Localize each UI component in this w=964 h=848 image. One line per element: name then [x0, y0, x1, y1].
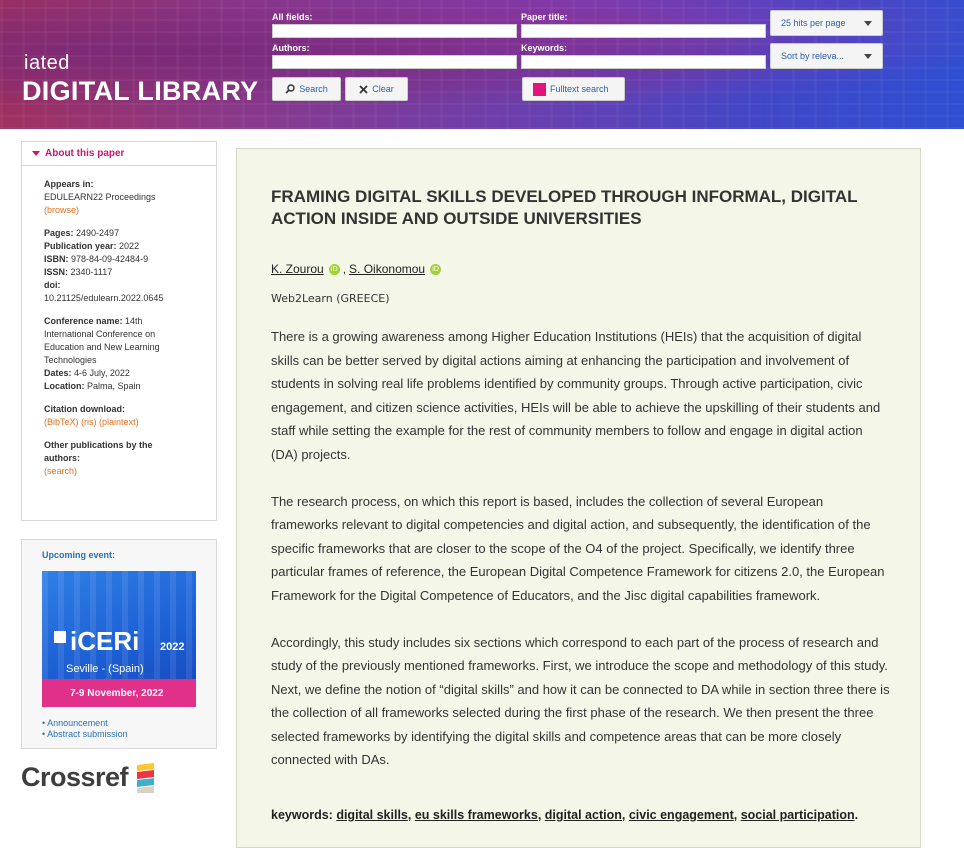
paper-title-input[interactable] [521, 24, 766, 38]
fulltext-search-label: Fulltext search [550, 84, 609, 94]
keyword-link[interactable]: eu skills frameworks [415, 808, 538, 822]
keywords-line: keywords: digital skills, eu skills fram… [271, 808, 859, 822]
ris-link[interactable]: (ris) [81, 417, 97, 427]
search-button[interactable]: Search [272, 77, 341, 101]
conference-name-label: Conference name: [44, 316, 123, 326]
all-fields-input[interactable] [272, 24, 517, 38]
publication-year-label: Publication year: [44, 241, 117, 251]
sort-select[interactable]: Sort by releva... [770, 43, 883, 69]
all-fields-label: All fields: [272, 12, 313, 22]
author-link[interactable]: K. Zourou [271, 262, 324, 276]
chevron-down-icon [864, 20, 872, 26]
isbn-value: 978-84-09-42484-9 [71, 254, 149, 264]
keywords-label: Keywords: [521, 43, 568, 53]
keyword-link[interactable]: social participation [741, 808, 855, 822]
abstract-submission-link[interactable]: • Abstract submission [42, 729, 128, 740]
site-header: iated DIGITAL LIBRARY All fields: Paper … [0, 0, 964, 129]
location-value: Palma, Spain [87, 381, 141, 391]
author-separator: , [342, 262, 347, 276]
clear-button[interactable]: Clear [345, 77, 408, 101]
about-panel-title: About this paper [45, 148, 125, 159]
paper-title: FRAMING DIGITAL SKILLS DEVELOPED THROUGH… [271, 187, 858, 228]
sort-value: Sort by releva... [781, 51, 845, 61]
publication-year-value: 2022 [119, 241, 140, 251]
close-icon [359, 84, 368, 94]
iceri-logo-square-icon [54, 631, 66, 643]
dates-value: 4-6 July, 2022 [74, 368, 130, 378]
location-label: Location: [44, 381, 85, 391]
clear-button-label: Clear [372, 84, 394, 94]
keyword-link[interactable]: digital skills [336, 808, 408, 822]
plaintext-link[interactable]: (plaintext) [99, 417, 139, 427]
authors-label: Authors: [272, 43, 310, 53]
banner-event-year: 2022 [160, 641, 185, 653]
hits-per-page-value: 25 hits per page [781, 18, 846, 28]
abstract-paragraph: Accordingly, this study includes six sec… [271, 634, 890, 768]
doi-value: 10.21125/edulearn.2022.0645 [44, 293, 164, 303]
iceri-event-banner[interactable]: iCERi 2022 Seville - (Spain) 7-9 Novembe… [42, 571, 196, 707]
keywords-label: keywords: [271, 808, 333, 822]
doi-label: doi: [44, 280, 61, 290]
paper-details: FRAMING DIGITAL SKILLS DEVELOPED THROUGH… [236, 148, 921, 848]
search-button-label: Search [299, 84, 328, 94]
citation-download-label: Citation download: [44, 404, 125, 414]
affiliation: Web2Learn (GREECE) [271, 292, 390, 305]
keyword-link[interactable]: civic engagement [629, 808, 734, 822]
abstract: There is a growing awareness among Highe… [271, 325, 891, 795]
abstract-paragraph: There is a growing awareness among Highe… [271, 329, 881, 462]
author-link[interactable]: S. Oikonomou [349, 262, 425, 276]
crossref-mark-icon [137, 762, 155, 793]
banner-event-dates: 7-9 November, 2022 [70, 688, 164, 699]
authors-input[interactable] [272, 55, 517, 69]
banner-event-name: iCERi [70, 626, 140, 656]
fulltext-search-button[interactable]: Fulltext search [522, 77, 625, 101]
crossref-logo[interactable]: Crossref [21, 762, 156, 793]
author-search-link[interactable]: (search) [44, 465, 216, 478]
orcid-icon[interactable]: iD [328, 263, 340, 275]
about-panel-header[interactable]: About this paper [22, 142, 216, 166]
issn-value: 2340-1117 [70, 267, 113, 277]
fulltext-checkbox-icon[interactable] [533, 82, 546, 96]
browse-link[interactable]: (browse) [44, 204, 216, 217]
search-icon [285, 84, 295, 94]
pages-label: Pages: [44, 228, 74, 238]
paper-title-label: Paper title: [521, 12, 568, 22]
issn-label: ISSN: [44, 267, 69, 277]
upcoming-event-panel: Upcoming event: iCERi 2022 Seville - (Sp… [21, 539, 217, 749]
announcement-link[interactable]: • Announcement [42, 718, 128, 729]
abstract-paragraph: The research process, on which this repo… [271, 493, 885, 603]
dates-label: Dates: [44, 368, 72, 378]
triangle-down-icon [32, 151, 40, 156]
orcid-icon[interactable]: iD [430, 263, 442, 275]
crossref-wordmark: Crossref [21, 762, 129, 792]
other-publications-label: Other publications by the authors: [44, 440, 153, 463]
about-this-paper-panel: About this paper Appears in: EDULEARN22 … [21, 141, 217, 521]
banner-event-city: Seville - (Spain) [66, 663, 144, 675]
keywords-input[interactable] [521, 55, 766, 69]
iated-logo-text[interactable]: iated [24, 52, 70, 75]
digital-library-logo[interactable]: DIGITAL LIBRARY [22, 76, 259, 107]
isbn-label: ISBN: [44, 254, 69, 264]
event-links: • Announcement • Abstract submission [42, 718, 128, 740]
appears-in-value: EDULEARN22 Proceedings [44, 192, 156, 202]
pages-value: 2490-2497 [76, 228, 120, 238]
about-panel-body: Appears in: EDULEARN22 Proceedings (brow… [22, 166, 216, 478]
bibtex-link[interactable]: (BibTeX) [44, 417, 79, 427]
chevron-down-icon [864, 53, 872, 59]
keyword-link[interactable]: digital action [545, 808, 622, 822]
appears-in-label: Appears in: [44, 179, 94, 189]
hits-per-page-select[interactable]: 25 hits per page [770, 10, 883, 36]
upcoming-event-title: Upcoming event: [42, 550, 116, 560]
authors-line: K. Zourou iD , S. Oikonomou iD [271, 262, 442, 276]
